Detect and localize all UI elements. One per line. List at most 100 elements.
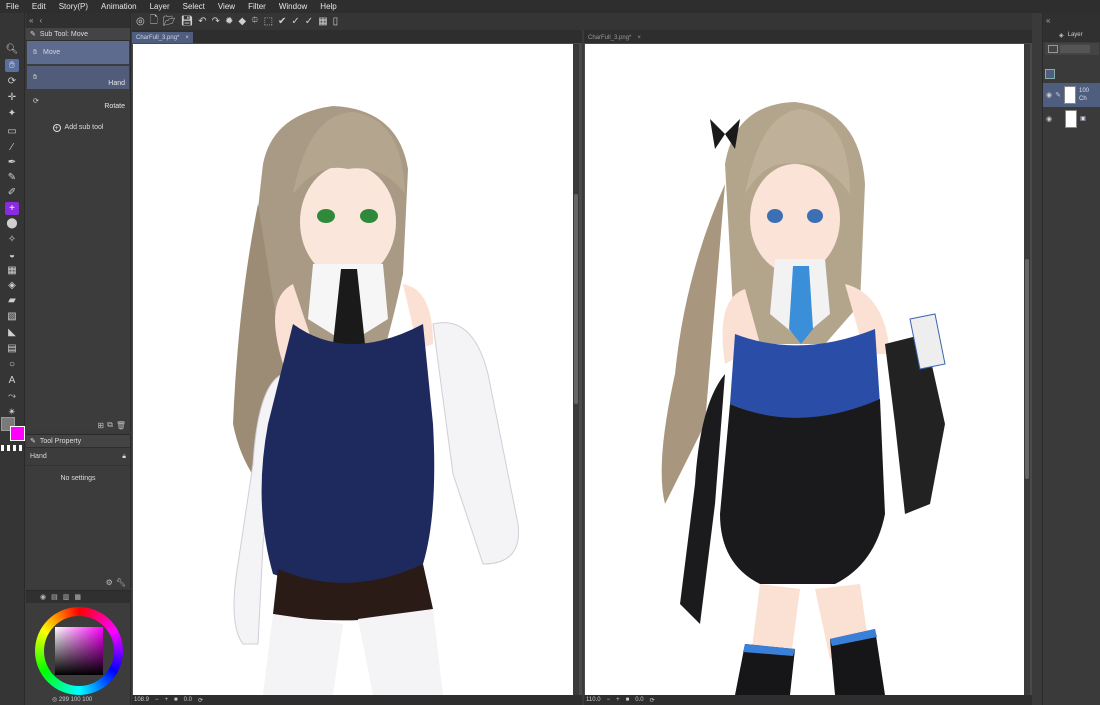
ruler-icon[interactable]: ▦ xyxy=(318,16,327,27)
layer-row[interactable]: ◉ ✎ 100 Ch xyxy=(1043,83,1100,107)
layer-panel-title[interactable]: Layer xyxy=(1068,32,1083,38)
angle-readout[interactable]: 0.0 xyxy=(184,697,192,703)
canvas-tab[interactable]: CharFull_3.png* × xyxy=(584,32,645,43)
close-icon[interactable]: × xyxy=(637,35,641,41)
vertical-scrollbar[interactable] xyxy=(1024,44,1030,695)
add-subtool-button[interactable]: + Add sub tool xyxy=(26,124,130,132)
subtool-rotate[interactable]: ⟳ Rotate xyxy=(27,89,129,112)
color-wheel-tab-icon[interactable]: ◉ xyxy=(40,593,46,601)
fit-icon[interactable]: ■ xyxy=(626,697,630,703)
collapse-icon[interactable]: « xyxy=(1046,16,1050,25)
wrench-icon[interactable]: ✎ xyxy=(30,437,36,445)
auto-action-icon[interactable]: ✦ xyxy=(5,107,19,120)
menu-file[interactable]: File xyxy=(6,2,19,11)
airbrush-icon[interactable]: ⬤ xyxy=(5,217,19,230)
marquee-icon[interactable]: ▭ xyxy=(5,125,19,138)
balloon-icon[interactable]: ⤳ xyxy=(5,390,19,403)
fill-icon[interactable]: ◆ xyxy=(238,16,246,27)
check-icon[interactable]: ✔ xyxy=(278,16,286,27)
menu-animation[interactable]: Animation xyxy=(101,2,137,11)
color-slider-tab-icon[interactable]: ▦ xyxy=(74,593,81,601)
color-history-tab-icon[interactable]: ▥ xyxy=(63,593,70,601)
settings-icon[interactable]: ⊞ xyxy=(97,421,104,430)
clear-icon[interactable]: ✹ xyxy=(225,16,233,27)
sub-color-swatch[interactable] xyxy=(10,426,25,441)
menu-filter[interactable]: Filter xyxy=(248,2,266,11)
sparkle-icon[interactable]: ✧ xyxy=(5,233,19,246)
zoom-out-icon[interactable]: − xyxy=(155,697,159,703)
eye-icon[interactable]: ◉ xyxy=(1046,91,1052,99)
subtool-hand[interactable]: ✋︎ Hand xyxy=(27,66,129,89)
rotate-icon[interactable]: ⟳ xyxy=(198,697,203,704)
settings-icon[interactable]: ⚙︎ xyxy=(106,578,113,587)
wrench-icon[interactable]: 🔧︎ xyxy=(116,578,126,587)
back-icon[interactable]: ‹ xyxy=(39,16,42,25)
layer-property-icon[interactable] xyxy=(1045,69,1055,79)
menu-window[interactable]: Window xyxy=(279,2,307,11)
canvas-left[interactable] xyxy=(133,44,573,695)
zoom-readout[interactable]: 108.9 xyxy=(134,697,149,703)
text-icon[interactable]: A xyxy=(5,374,19,387)
ruler-icon[interactable]: ◣ xyxy=(5,326,19,339)
grid-icon[interactable]: ▦ xyxy=(5,264,19,277)
fill-icon[interactable]: ◈ xyxy=(5,279,19,292)
decoration-icon[interactable]: + xyxy=(5,202,19,215)
canvas-tab[interactable]: CharFull_3.png* × xyxy=(132,32,193,43)
zoom-in-icon[interactable]: + xyxy=(165,697,169,703)
zoom-readout[interactable]: 110.0 xyxy=(586,697,601,703)
undo-icon[interactable]: ↶ xyxy=(198,16,206,27)
lock-icon[interactable]: 🔒︎ xyxy=(122,453,126,461)
angle-readout[interactable]: 0.0 xyxy=(635,697,643,703)
copy-icon[interactable]: ⧉ xyxy=(107,420,113,430)
redo-icon[interactable]: ↷ xyxy=(212,16,220,27)
opacity-field[interactable] xyxy=(1060,45,1090,53)
close-icon[interactable]: × xyxy=(185,35,189,41)
pen-icon[interactable]: ✒︎ xyxy=(5,156,19,169)
blend-icon[interactable]: ◒ xyxy=(5,249,19,262)
new-icon[interactable]: 🗋︎ xyxy=(150,13,158,30)
fit-icon[interactable]: ■ xyxy=(174,697,178,703)
saturation-value-square[interactable] xyxy=(55,627,103,675)
eraser-icon[interactable]: ▰ xyxy=(5,294,19,307)
pencil-icon[interactable]: ✎ xyxy=(5,171,19,184)
menu-help[interactable]: Help xyxy=(320,2,336,11)
menu-view[interactable]: View xyxy=(218,2,235,11)
layer-row[interactable]: ◉ ▣ xyxy=(1043,107,1100,131)
open-icon[interactable]: 📂︎ xyxy=(163,16,176,27)
magnifier-icon[interactable]: 🔍︎ xyxy=(5,43,19,56)
transform-icon[interactable]: ⯐ xyxy=(251,13,259,30)
menu-layer[interactable]: Layer xyxy=(150,2,170,11)
pen-lock-icon[interactable]: ✎ xyxy=(1055,91,1061,99)
frame-icon[interactable]: ▤ xyxy=(5,342,19,355)
move-icon[interactable]: ✛ xyxy=(5,91,19,104)
zoom-out-icon[interactable]: − xyxy=(607,697,611,703)
selection-icon[interactable]: ⬚ xyxy=(264,16,273,27)
rotate-icon[interactable]: ⟳ xyxy=(5,75,19,88)
blend-mode-select[interactable] xyxy=(1048,45,1058,53)
scroll-thumb[interactable] xyxy=(1025,259,1029,479)
save-icon[interactable]: 💾︎ xyxy=(180,16,193,27)
gradient-icon[interactable]: ▧ xyxy=(5,310,19,323)
zoom-in-icon[interactable]: + xyxy=(616,697,620,703)
scroll-thumb[interactable] xyxy=(574,194,578,404)
trash-icon[interactable]: 🗑︎ xyxy=(116,421,126,430)
app-icon[interactable]: ◎ xyxy=(136,16,145,27)
ellipse-icon[interactable]: ○ xyxy=(5,358,19,371)
eye-icon[interactable]: ◉ xyxy=(1046,115,1052,123)
menu-edit[interactable]: Edit xyxy=(32,2,46,11)
canvas-right[interactable] xyxy=(585,44,1025,695)
menu-select[interactable]: Select xyxy=(183,2,205,11)
eyedropper-icon[interactable]: ∕ xyxy=(5,141,19,154)
vertical-scrollbar[interactable] xyxy=(573,44,579,695)
device-icon[interactable]: ▯ xyxy=(333,16,339,27)
layer-tab-icon[interactable]: ◈ xyxy=(1059,32,1064,39)
collapse-icon[interactable]: « xyxy=(29,16,33,25)
hand-icon[interactable]: ✋︎ xyxy=(5,59,19,72)
transparent-color-swatch[interactable] xyxy=(1,445,23,451)
subtool-move[interactable]: ✋︎ Move xyxy=(27,41,129,64)
snap-icon[interactable]: ✓ xyxy=(305,16,313,27)
color-set-tab-icon[interactable]: ▤ xyxy=(51,593,58,601)
menu-story[interactable]: Story(P) xyxy=(59,2,88,11)
pen-check-icon[interactable]: ✓ xyxy=(291,16,299,27)
pen-tab-icon[interactable]: ✎ xyxy=(30,30,36,38)
